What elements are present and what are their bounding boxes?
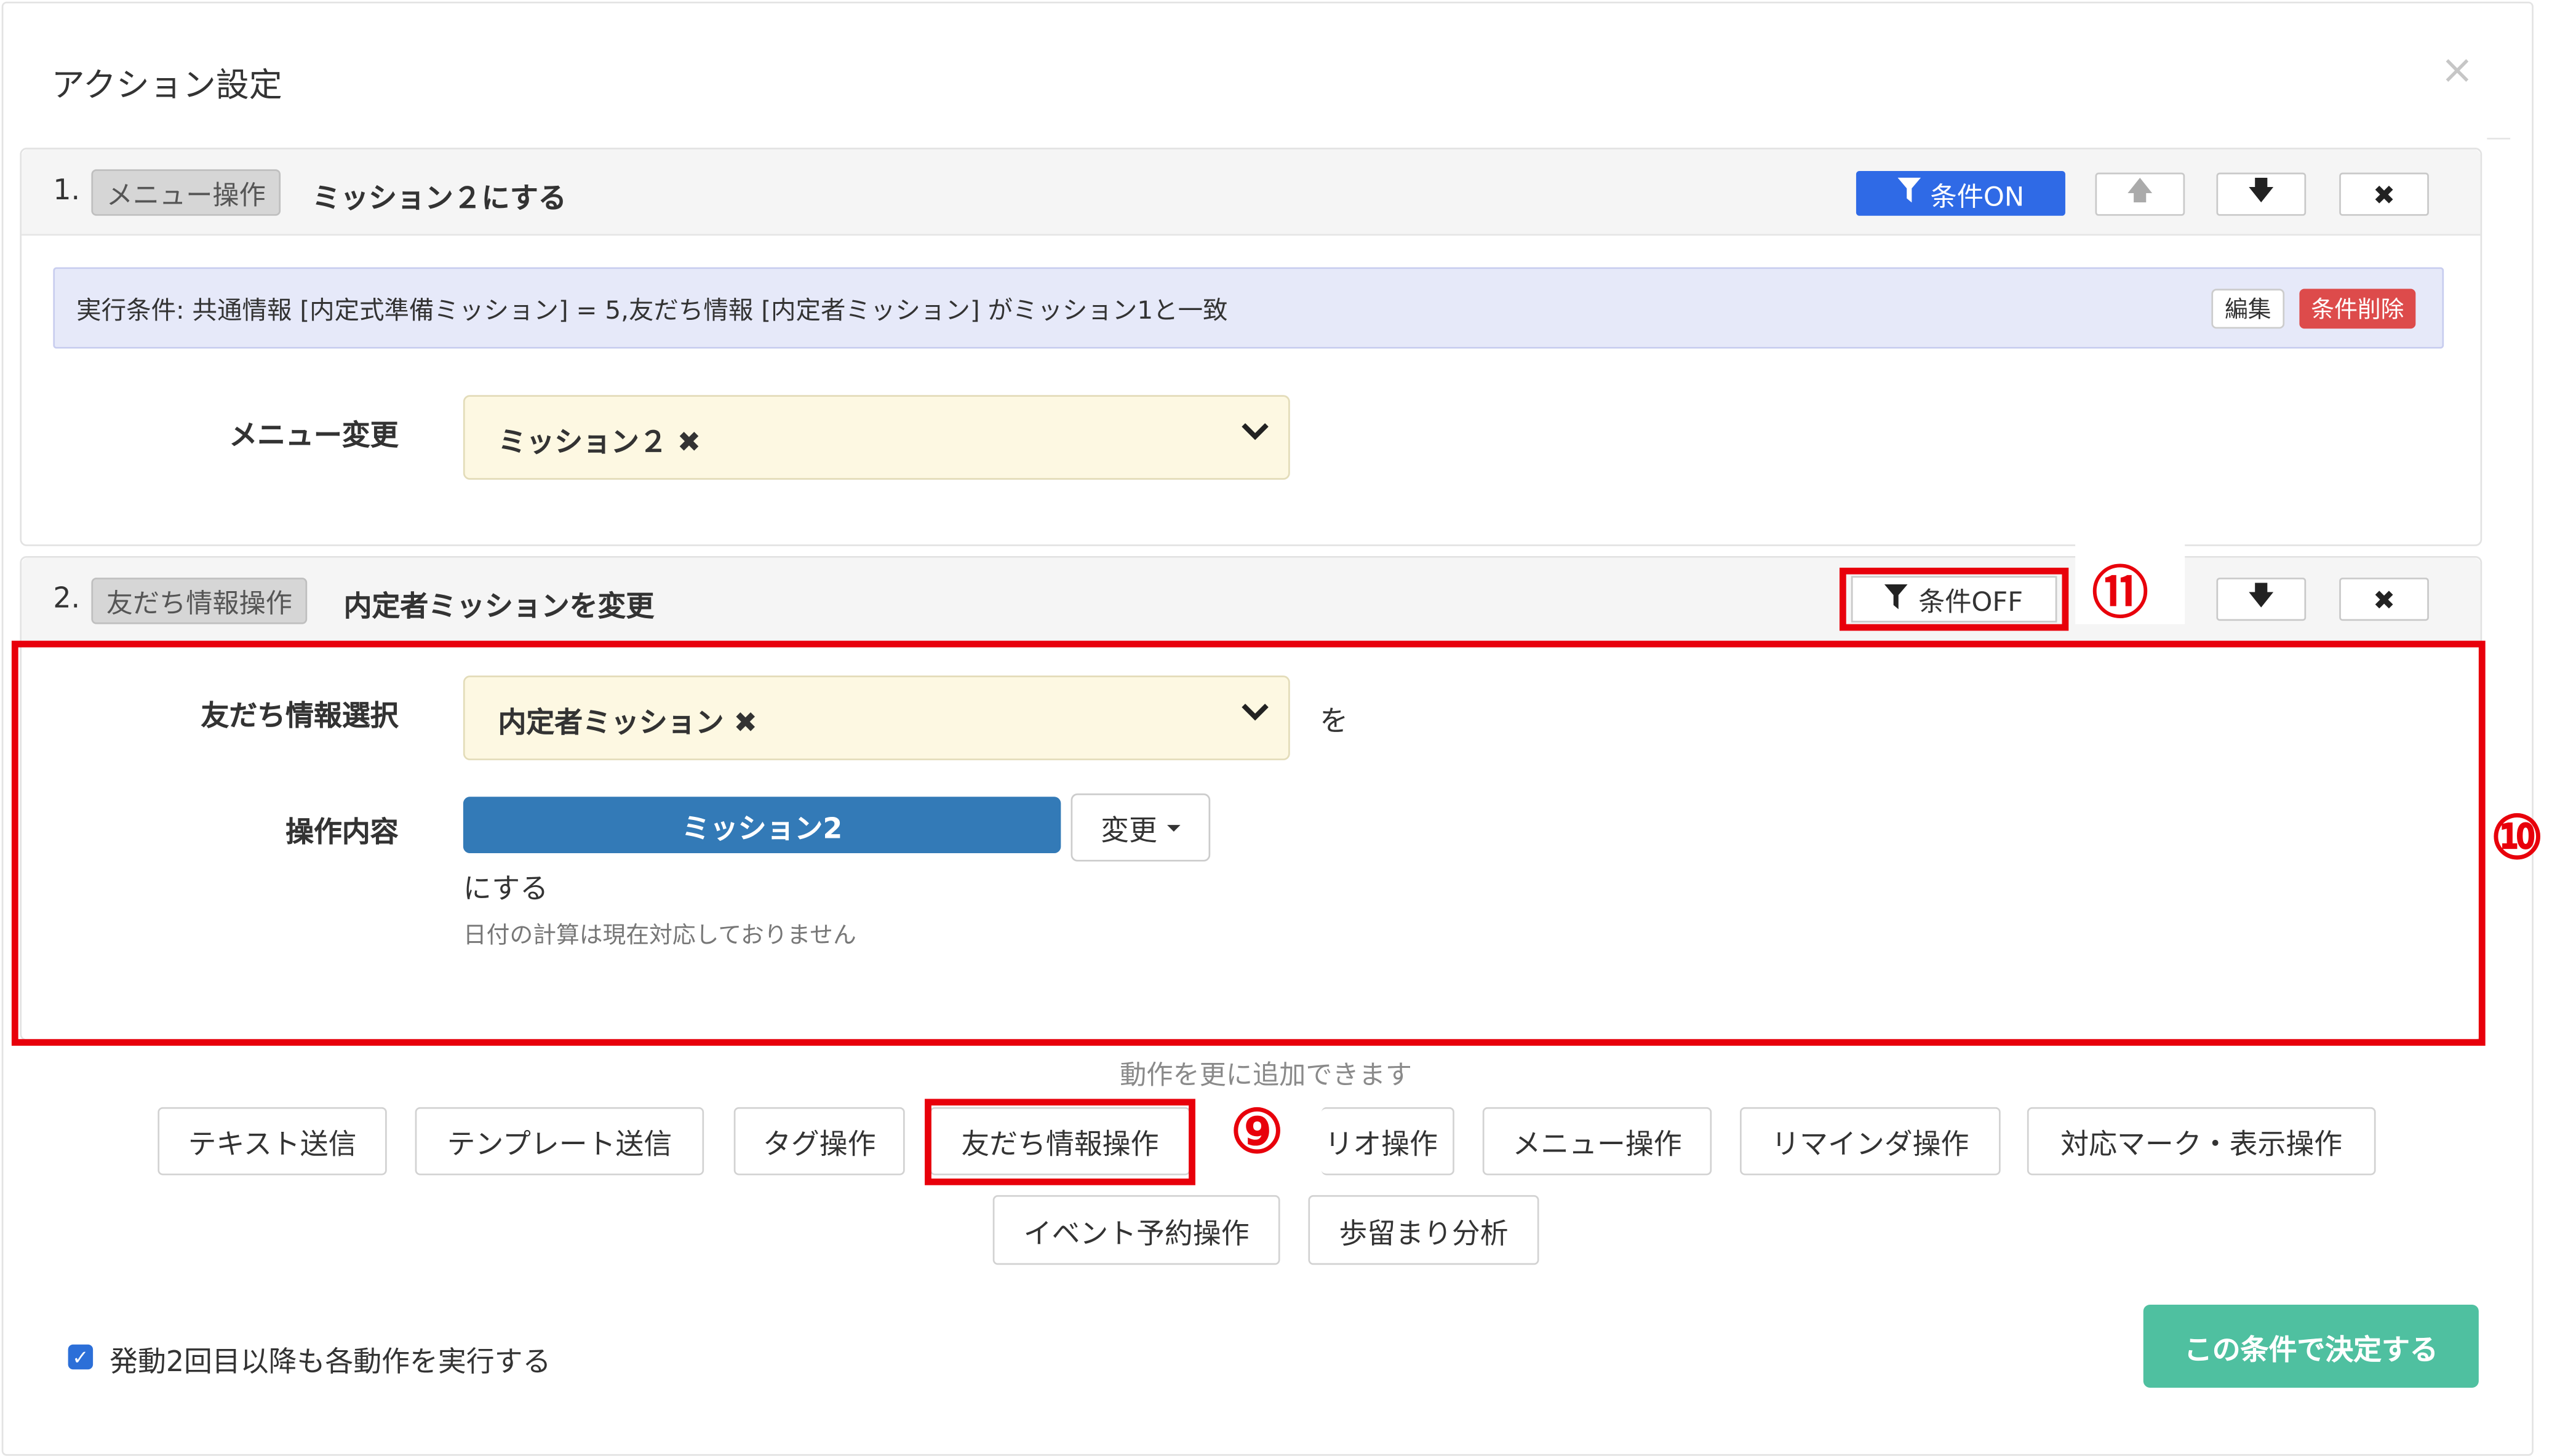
annotation-box-10 (11, 640, 2486, 1046)
condition-on-label: 条件ON (1930, 180, 2025, 212)
add-reminder-operation-button[interactable]: リマインダ操作 (1740, 1107, 2001, 1176)
add-tag-operation-button[interactable]: タグ操作 (733, 1107, 905, 1176)
divider (2487, 137, 2511, 140)
move-down-button[interactable]: 🡇 (2216, 578, 2307, 621)
add-menu-operation-button[interactable]: メニュー操作 (1482, 1107, 1712, 1176)
dialog-title: アクション設定 (51, 65, 282, 105)
arrow-up-icon: 🡅 (2126, 173, 2154, 205)
remove-action-button[interactable]: ✖ (2339, 578, 2429, 621)
edit-condition-button[interactable]: 編集 (2211, 288, 2285, 329)
menu-change-value: ミッション２ ✖ (498, 426, 701, 460)
arrow-down-icon: 🡇 (2247, 173, 2275, 205)
add-template-send-button[interactable]: テンプレート送信 (415, 1107, 704, 1176)
action-title: 内定者ミッションを変更 (343, 591, 655, 624)
annotation-number-10: ⑩ (2490, 803, 2544, 873)
filter-icon (1897, 177, 1921, 209)
annotation-box-11 (1839, 567, 2069, 631)
add-text-send-button[interactable]: テキスト送信 (158, 1107, 387, 1176)
remove-action-button[interactable]: ✖ (2339, 172, 2429, 216)
annotation-number-9: ⑨ (1230, 1097, 1284, 1168)
add-mark-display-operation-button[interactable]: 対応マーク・表示操作 (2027, 1107, 2376, 1176)
add-actions-hint: 動作を更に追加できます (1120, 1059, 1413, 1091)
action-number: 1. (53, 174, 81, 208)
close-icon: ✖ (2372, 583, 2396, 615)
annotation-number-11: ⑪ (2092, 561, 2148, 628)
delete-condition-button[interactable]: 条件削除 (2299, 288, 2416, 329)
action-number: 2. (53, 583, 81, 616)
arrow-down-icon: 🡇 (2247, 578, 2275, 610)
condition-on-button[interactable]: 条件ON (1856, 170, 2065, 216)
action-type-label: 友だち情報操作 (91, 578, 308, 624)
add-scenario-operation-button[interactable]: リオ操作 (1322, 1107, 1454, 1176)
annotation-box-9 (925, 1099, 1195, 1185)
chevron-down-icon (1242, 416, 1269, 448)
action-type-label: メニュー操作 (91, 169, 281, 216)
condition-bar: 実行条件: 共通情報 [内定式準備ミッション] = 5,友だち情報 [内定者ミッ… (53, 267, 2444, 349)
confirm-button[interactable]: この条件で決定する (2143, 1305, 2479, 1388)
condition-text: 実行条件: 共通情報 [内定式準備ミッション] = 5,友だち情報 [内定者ミッ… (76, 295, 1228, 325)
move-up-button[interactable]: 🡅 (2095, 172, 2185, 216)
close-icon: ✖ (2372, 178, 2396, 210)
add-event-reservation-button[interactable]: イベント予約操作 (992, 1195, 1280, 1265)
menu-change-label: メニュー変更 (229, 420, 399, 453)
check-icon: ✓ (72, 1345, 89, 1369)
menu-change-select[interactable]: ミッション２ ✖ (463, 395, 1290, 480)
add-yield-analysis-button[interactable]: 歩留まり分析 (1308, 1195, 1539, 1265)
close-icon[interactable]: × (2441, 50, 2474, 90)
move-down-button[interactable]: 🡇 (2216, 172, 2307, 216)
repeat-checkbox[interactable]: ✓ (68, 1344, 94, 1370)
repeat-checkbox-label: 発動2回目以降も各動作を実行する (110, 1346, 551, 1380)
action-title: ミッション２にする (312, 182, 567, 216)
